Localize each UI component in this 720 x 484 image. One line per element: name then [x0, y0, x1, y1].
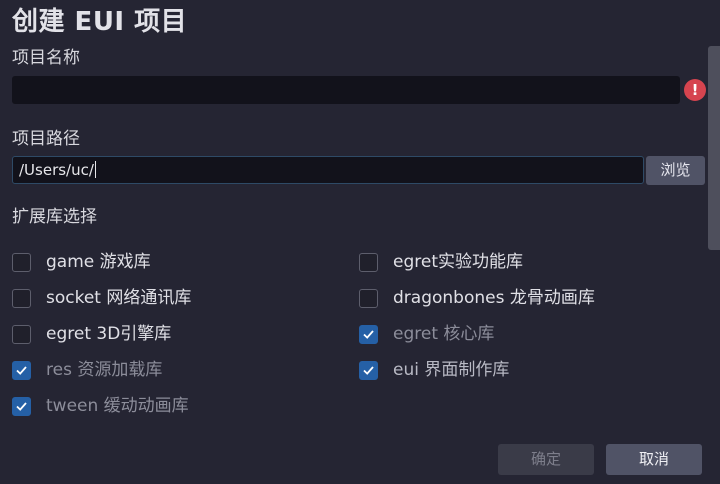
extension-eui-label: eui 界面制作库 — [393, 360, 510, 380]
exclamation-icon: ! — [684, 79, 706, 101]
extension-egret-core-label: egret 核心库 — [393, 324, 495, 344]
extension-eui[interactable]: eui 界面制作库 — [359, 360, 679, 383]
checkbox[interactable] — [359, 289, 378, 308]
extension-socket[interactable]: socket 网络通讯库 — [12, 288, 312, 311]
checkmark-icon — [16, 402, 27, 411]
extensions-label: 扩展库选择 — [12, 207, 97, 227]
project-name-label: 项目名称 — [12, 48, 80, 68]
extension-tween[interactable]: tween 缓动动画库 — [12, 396, 312, 419]
extension-egret-experimental-label: egret实验功能库 — [393, 252, 523, 272]
checkbox[interactable] — [12, 253, 31, 272]
extension-tween-label: tween 缓动动画库 — [46, 396, 189, 416]
project-path-value: /Users/uc/ — [19, 161, 94, 179]
checkmark-icon — [16, 366, 27, 375]
extension-egret3d-label: egret 3D引擎库 — [46, 324, 172, 344]
checkbox-checked[interactable] — [359, 325, 378, 344]
extension-dragonbones[interactable]: dragonbones 龙骨动画库 — [359, 288, 679, 311]
extension-dragonbones-label: dragonbones 龙骨动画库 — [393, 288, 595, 308]
checkmark-icon — [363, 330, 374, 339]
cancel-button[interactable]: 取消 — [606, 444, 702, 475]
checkmark-icon — [363, 366, 374, 375]
project-path-label: 项目路径 — [12, 129, 80, 149]
ok-button[interactable]: 确定 — [498, 444, 594, 475]
checkbox-checked[interactable] — [359, 361, 378, 380]
extension-game[interactable]: game 游戏库 — [12, 252, 312, 275]
text-caret — [94, 161, 96, 178]
project-path-input[interactable]: /Users/uc/ — [12, 156, 644, 184]
checkbox[interactable] — [359, 253, 378, 272]
extension-socket-label: socket 网络通讯库 — [46, 288, 192, 308]
checkbox-checked[interactable] — [12, 361, 31, 380]
checkbox-checked[interactable] — [12, 397, 31, 416]
extension-egret3d[interactable]: egret 3D引擎库 — [12, 324, 312, 347]
checkbox[interactable] — [12, 289, 31, 308]
extension-res[interactable]: res 资源加载库 — [12, 360, 312, 383]
extension-egret-core[interactable]: egret 核心库 — [359, 324, 679, 347]
checkbox[interactable] — [12, 325, 31, 344]
project-name-input[interactable] — [12, 76, 680, 104]
scrollbar-thumb[interactable] — [708, 46, 720, 250]
extension-game-label: game 游戏库 — [46, 252, 151, 272]
dialog-title: 创建 EUI 项目 — [12, 7, 188, 37]
create-eui-project-dialog: 创建 EUI 项目 项目名称 ! 项目路径 /Users/uc/ 浏览 扩展库选… — [0, 0, 720, 484]
extension-res-label: res 资源加载库 — [46, 360, 163, 380]
browse-button[interactable]: 浏览 — [646, 156, 705, 185]
extension-egret-experimental[interactable]: egret实验功能库 — [359, 252, 679, 275]
